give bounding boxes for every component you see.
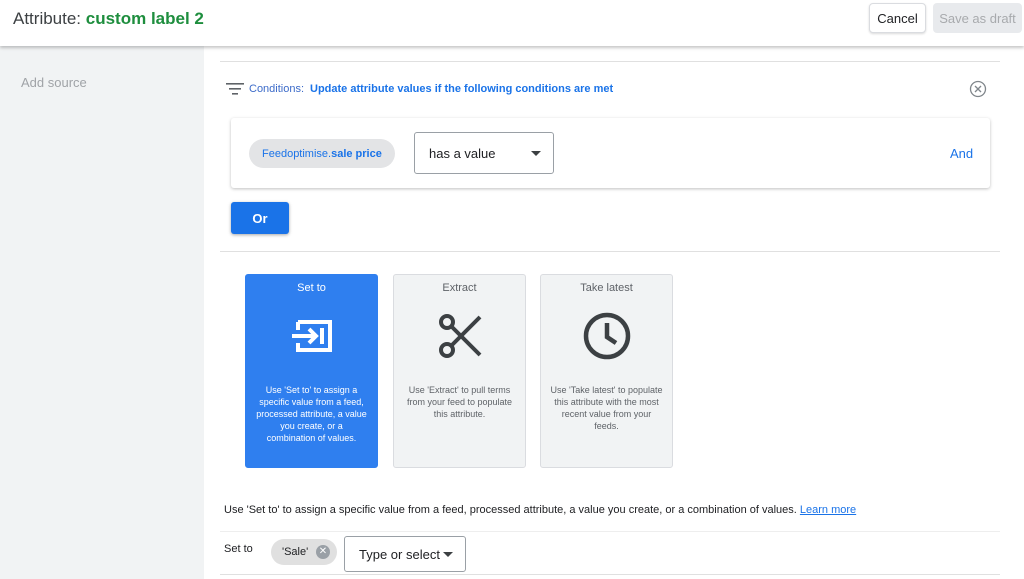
- value-chip[interactable]: 'Sale' ✕: [271, 539, 337, 565]
- operator-select[interactable]: has a value: [414, 132, 554, 174]
- set-to-label: Set to: [224, 543, 253, 555]
- action-card-take-latest[interactable]: Take latest Use 'Take latest' to populat…: [540, 274, 673, 468]
- main-panel: Conditions: Update attribute values if t…: [204, 36, 1024, 579]
- action-card-set-to[interactable]: Set to Use 'Set to' to assign a specific…: [245, 274, 378, 468]
- help-text-body: Use 'Set to' to assign a specific value …: [224, 504, 800, 516]
- feed-attribute-chip[interactable]: Feedoptimise. sale price: [249, 139, 395, 168]
- type-or-select-dropdown[interactable]: Type or select: [344, 536, 466, 572]
- remove-condition-icon[interactable]: [969, 80, 987, 98]
- page-title: Attribute: custom label 2: [13, 9, 204, 29]
- action-description: Use 'Set to' to assign a specific value …: [256, 385, 367, 443]
- chevron-down-icon: [531, 151, 541, 156]
- condition-card: Feedoptimise. sale price has a value And: [231, 118, 990, 188]
- sidebar: Add source: [0, 36, 204, 579]
- divider: [220, 574, 1000, 575]
- divider: [220, 531, 1000, 532]
- title-prefix: Attribute:: [13, 9, 86, 28]
- action-description: Use 'Extract' to pull terms from your fe…: [406, 385, 513, 419]
- value-chip-label: 'Sale': [282, 546, 309, 558]
- action-title: Take latest: [580, 282, 633, 294]
- action-description: Use 'Take latest' to populate this attri…: [550, 385, 663, 431]
- filter-icon: [226, 83, 244, 95]
- conditions-description: Update attribute values if the following…: [310, 83, 614, 95]
- close-icon[interactable]: ✕: [316, 545, 330, 559]
- add-source-link[interactable]: Add source: [21, 75, 87, 90]
- divider: [220, 61, 1000, 62]
- divider: [220, 251, 1000, 252]
- top-bar: Attribute: custom label 2 Cancel Save as…: [0, 0, 1024, 46]
- set-to-arrow-icon: [291, 320, 332, 352]
- chip-source: Feedoptimise.: [262, 147, 332, 160]
- operator-value: has a value: [429, 146, 496, 161]
- save-as-draft-button[interactable]: Save as draft: [933, 3, 1022, 33]
- attribute-name: custom label 2: [85, 9, 204, 28]
- action-title: Extract: [442, 282, 477, 294]
- type-or-select-placeholder: Type or select: [359, 547, 440, 562]
- action-card-extract[interactable]: Extract Use 'Extract' to pull terms from…: [393, 274, 526, 468]
- scissors-icon: [438, 314, 481, 358]
- or-button[interactable]: Or: [231, 202, 289, 234]
- conditions-label: Conditions:: [249, 83, 305, 95]
- and-button[interactable]: And: [950, 146, 973, 161]
- chip-field: sale price: [331, 147, 382, 160]
- help-text: Use 'Set to' to assign a specific value …: [224, 504, 856, 516]
- action-title: Set to: [297, 282, 326, 294]
- chevron-down-icon: [443, 552, 453, 557]
- learn-more-link[interactable]: Learn more: [800, 504, 856, 516]
- cancel-button[interactable]: Cancel: [869, 3, 926, 33]
- clock-icon: [583, 312, 630, 360]
